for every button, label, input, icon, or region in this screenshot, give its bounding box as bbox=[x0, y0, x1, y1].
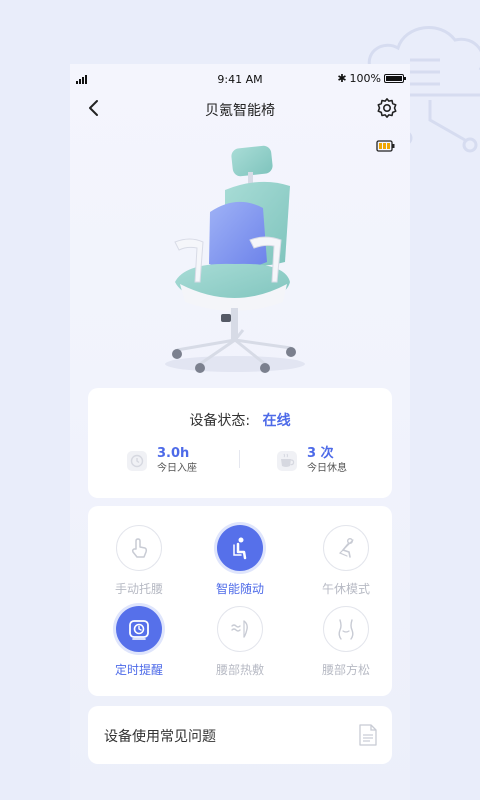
coffee-cup-icon bbox=[277, 451, 297, 471]
recline-person-icon bbox=[338, 538, 354, 558]
stat-value: 3 次 bbox=[307, 446, 334, 461]
stat-seated-today: 3.0h 今日入座 bbox=[126, 446, 197, 476]
battery-percent: 100% bbox=[349, 72, 381, 85]
device-status-card: 设备状态: 在线 3.0h 今日入座 3 次 今日休息 bbox=[88, 388, 392, 498]
app-screen: 9:41 AM ✱ 100% 贝氪智能椅 设备状态: 在线 3.0h 今日入座 … bbox=[70, 64, 410, 800]
mode-nap-button[interactable]: 午休模式 bbox=[296, 525, 396, 597]
mode-panel: 手动托腰 智能随动 午休模式 定时提醒 腰部热敷 腰部方松 bbox=[88, 506, 392, 696]
waist-relax-icon bbox=[338, 619, 354, 640]
mode-label: 腰部热敷 bbox=[215, 663, 264, 677]
mode-manual-lumbar-button[interactable]: 手动托腰 bbox=[89, 525, 189, 597]
phone-battery-icon bbox=[384, 74, 406, 83]
mode-timer-reminder-button[interactable]: 定时提醒 bbox=[89, 606, 189, 678]
seated-person-icon bbox=[233, 537, 247, 560]
bluetooth-icon: ✱ bbox=[337, 72, 347, 85]
stat-rest-today: 3 次 今日休息 bbox=[276, 446, 347, 476]
stat-value: 3.0h bbox=[157, 446, 190, 461]
mode-lumbar-relax-button[interactable]: 腰部方松 bbox=[296, 606, 396, 678]
divider bbox=[239, 450, 240, 468]
device-battery-icon bbox=[376, 140, 395, 152]
document-icon bbox=[359, 724, 377, 746]
stat-label: 今日休息 bbox=[307, 463, 347, 474]
mode-label: 定时提醒 bbox=[114, 663, 163, 677]
gear-icon[interactable] bbox=[376, 97, 398, 119]
mode-label: 手动托腰 bbox=[114, 582, 163, 596]
device-status-label: 设备状态: bbox=[189, 413, 251, 429]
page-title: 贝氪智能椅 bbox=[205, 103, 275, 119]
mode-label: 腰部方松 bbox=[321, 663, 370, 677]
hand-tap-icon bbox=[131, 538, 148, 558]
heat-compress-icon bbox=[231, 620, 248, 638]
status-bar: 9:41 AM ✱ 100% bbox=[70, 64, 410, 94]
faq-label: 设备使用常见问题 bbox=[104, 729, 216, 745]
clock-chair-icon bbox=[127, 451, 147, 471]
mode-label: 智能随动 bbox=[215, 582, 264, 596]
mode-smart-follow-button[interactable]: 智能随动 bbox=[190, 525, 290, 597]
faq-row[interactable]: 设备使用常见问题 bbox=[88, 706, 392, 764]
nav-bar: 贝氪智能椅 bbox=[70, 94, 410, 124]
device-status-value: 在线 bbox=[262, 413, 291, 429]
timer-icon bbox=[129, 620, 149, 640]
stat-label: 今日入座 bbox=[157, 463, 197, 474]
smart-chair-image bbox=[165, 145, 305, 373]
mode-label: 午休模式 bbox=[321, 582, 370, 596]
mode-lumbar-heat-button[interactable]: 腰部热敷 bbox=[190, 606, 290, 678]
